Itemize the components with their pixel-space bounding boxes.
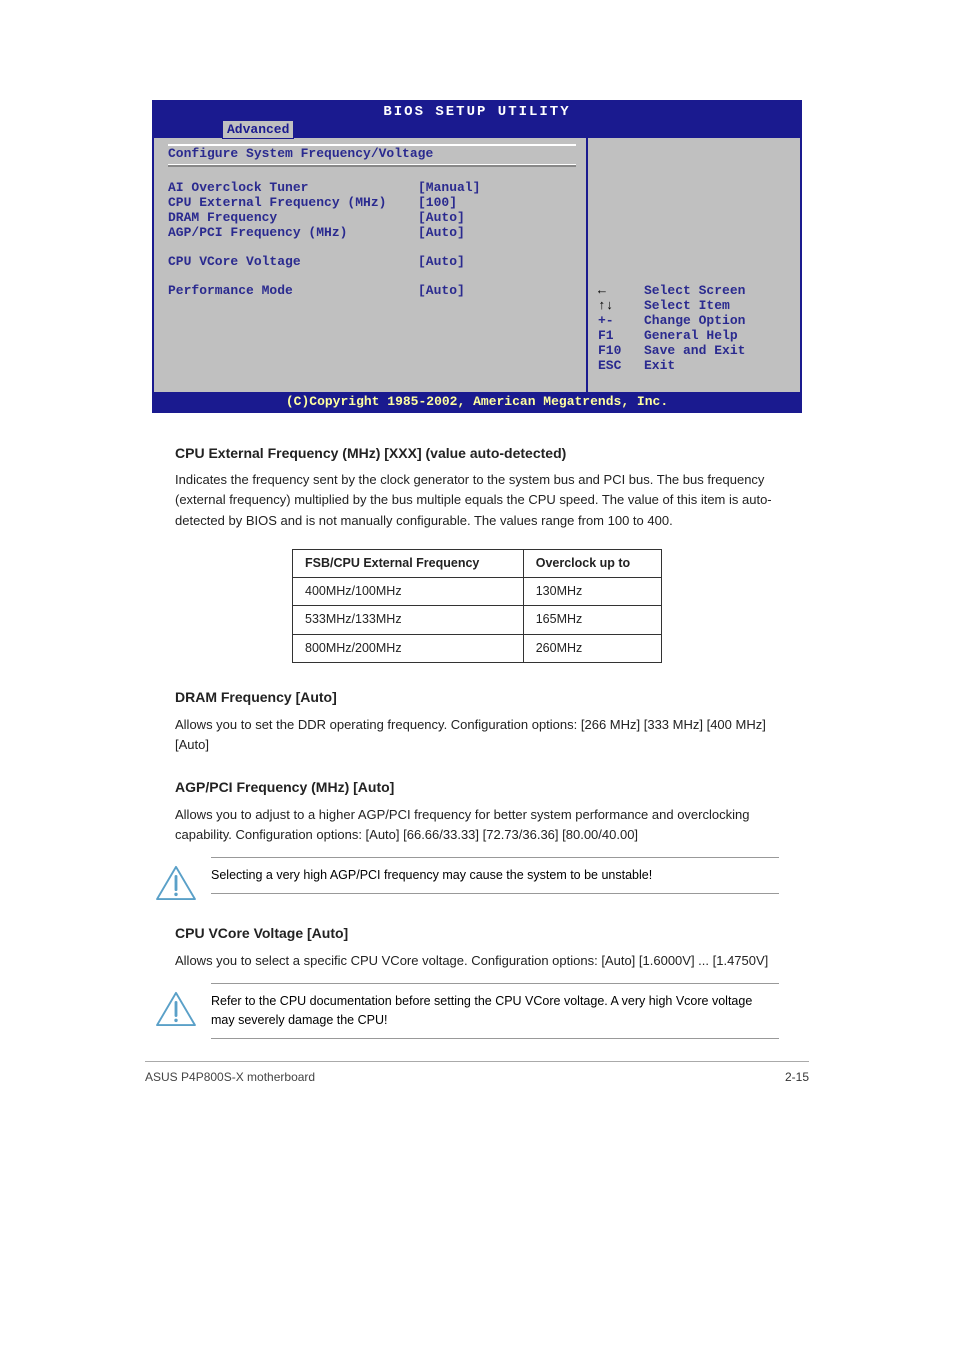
warning-callout-agp: Selecting a very high AGP/PCI frequency … — [155, 857, 779, 901]
help-key: F10 — [598, 344, 644, 359]
bios-copyright: (C)Copyright 1985-2002, American Megatre… — [154, 392, 800, 411]
bios-title-bar: BIOS SETUP UTILITY — [154, 102, 800, 120]
table-cell: 130MHz — [523, 578, 661, 606]
setting-value: [100] — [418, 196, 457, 211]
warning-text: Selecting a very high AGP/PCI frequency … — [211, 857, 779, 894]
heading-agp-pci-frequency: AGP/PCI Frequency (MHz) [Auto] — [175, 777, 779, 799]
setting-label: CPU External Frequency (MHz) — [168, 196, 418, 211]
help-desc: Exit — [644, 359, 675, 374]
setting-value: [Auto] — [418, 255, 465, 270]
help-save-and-exit: F10 Save and Exit — [598, 344, 790, 359]
footer-left: ASUS P4P800S-X motherboard — [145, 1070, 315, 1084]
table-row: 533MHz/133MHz 165MHz — [293, 606, 662, 634]
heading-dram-frequency: DRAM Frequency [Auto] — [175, 687, 779, 709]
tab-advanced[interactable]: Advanced — [222, 120, 294, 139]
table-cell: 165MHz — [523, 606, 661, 634]
heading-cpu-ext-freq: CPU External Frequency (MHz) [XXX] (valu… — [175, 443, 779, 465]
table-header: FSB/CPU External Frequency — [293, 549, 524, 577]
setting-value: [Auto] — [418, 211, 465, 226]
setting-label: CPU VCore Voltage — [168, 255, 418, 270]
bios-window: BIOS SETUP UTILITY Advanced Configure Sy… — [152, 100, 802, 413]
arrow-left-icon — [598, 283, 606, 298]
setting-dram-frequency[interactable]: DRAM Frequency [Auto] — [168, 211, 576, 226]
document-body-2: CPU VCore Voltage [Auto] Allows you to s… — [175, 923, 779, 971]
table-cell: 533MHz/133MHz — [293, 606, 524, 634]
help-general-help: F1 General Help — [598, 329, 790, 344]
table-cell: 400MHz/100MHz — [293, 578, 524, 606]
bios-tabs: Advanced — [154, 120, 800, 138]
paragraph-cpu-ext: Indicates the frequency sent by the cloc… — [175, 470, 779, 530]
bios-section-title: Configure System Frequency/Voltage — [168, 144, 576, 167]
bios-help-panel: Select Screen Select Item +- Change Opti… — [588, 138, 800, 392]
help-key: ESC — [598, 359, 644, 374]
table-header: Overclock up to — [523, 549, 661, 577]
paragraph-agp: Allows you to adjust to a higher AGP/PCI… — [175, 805, 779, 845]
frequency-table: FSB/CPU External Frequency Overclock up … — [292, 549, 662, 664]
paragraph-vcore: Allows you to select a specific CPU VCor… — [175, 951, 779, 971]
setting-cpu-external-frequency[interactable]: CPU External Frequency (MHz) [100] — [168, 196, 576, 211]
paragraph-dram: Allows you to set the DDR operating freq… — [175, 715, 779, 755]
warning-icon — [155, 865, 197, 901]
page-footer: ASUS P4P800S-X motherboard 2-15 — [145, 1061, 809, 1084]
help-select-screen: Select Screen — [598, 284, 790, 299]
setting-label: DRAM Frequency — [168, 211, 418, 226]
help-key: +- — [598, 314, 644, 329]
setting-label: AI Overclock Tuner — [168, 181, 418, 196]
footer-right: 2-15 — [785, 1070, 809, 1084]
arrow-updown-icon — [598, 298, 614, 313]
warning-icon — [155, 991, 197, 1027]
table-cell: 800MHz/200MHz — [293, 634, 524, 662]
help-exit: ESC Exit — [598, 359, 790, 374]
heading-cpu-vcore: CPU VCore Voltage [Auto] — [175, 923, 779, 945]
setting-label: AGP/PCI Frequency (MHz) — [168, 226, 418, 241]
setting-ai-overclock-tuner[interactable]: AI Overclock Tuner [Manual] — [168, 181, 576, 196]
help-select-item: Select Item — [598, 299, 790, 314]
setting-value: [Auto] — [418, 284, 465, 299]
setting-value: [Manual] — [418, 181, 480, 196]
help-desc: Change Option — [644, 314, 745, 329]
setting-cpu-vcore-voltage[interactable]: CPU VCore Voltage [Auto] — [168, 255, 576, 270]
setting-agp-pci-frequency[interactable]: AGP/PCI Frequency (MHz) [Auto] — [168, 226, 576, 241]
help-key: F1 — [598, 329, 644, 344]
table-row: 800MHz/200MHz 260MHz — [293, 634, 662, 662]
bios-main-panel: Configure System Frequency/Voltage AI Ov… — [154, 138, 588, 392]
setting-value: [Auto] — [418, 226, 465, 241]
help-desc: Select Item — [644, 299, 730, 314]
warning-text: Refer to the CPU documentation before se… — [211, 983, 779, 1039]
setting-label: Performance Mode — [168, 284, 418, 299]
help-desc: Select Screen — [644, 284, 745, 299]
help-desc: Save and Exit — [644, 344, 745, 359]
table-row: FSB/CPU External Frequency Overclock up … — [293, 549, 662, 577]
table-row: 400MHz/100MHz 130MHz — [293, 578, 662, 606]
table-cell: 260MHz — [523, 634, 661, 662]
warning-callout-vcore: Refer to the CPU documentation before se… — [155, 983, 779, 1039]
help-desc: General Help — [644, 329, 738, 344]
help-change-option: +- Change Option — [598, 314, 790, 329]
setting-performance-mode[interactable]: Performance Mode [Auto] — [168, 284, 576, 299]
document-body: CPU External Frequency (MHz) [XXX] (valu… — [175, 443, 779, 846]
